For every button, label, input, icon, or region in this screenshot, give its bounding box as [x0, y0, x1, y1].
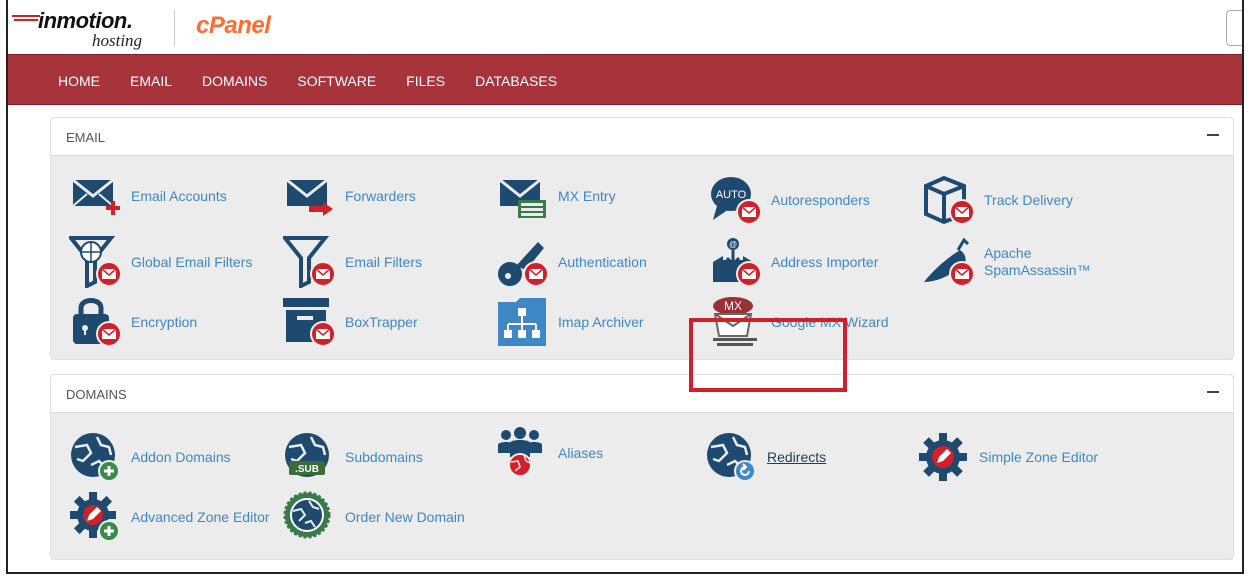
globe-sub-icon: .SUB	[283, 431, 335, 483]
global-email-filters-label: Global Email Filters	[131, 253, 253, 270]
collapse-icon[interactable]	[1207, 134, 1219, 136]
boxtrapper-label: BoxTrapper	[345, 313, 418, 330]
main-content: EMAIL Email Accounts Forwarders MX Entry…	[8, 105, 1242, 572]
simple-zone-editor-label: Simple Zone Editor	[979, 448, 1099, 465]
logo-divider	[174, 10, 175, 46]
nav-software[interactable]: SOFTWARE	[297, 73, 376, 89]
nav-email[interactable]: EMAIL	[130, 73, 172, 89]
funnel-mail-icon	[280, 236, 336, 290]
addon-domains-link[interactable]: Addon Domains	[69, 431, 231, 483]
main-navbar: HOME EMAIL DOMAINS SOFTWARE FILES DATABA…	[8, 54, 1242, 105]
email-accounts-link[interactable]: Email Accounts	[69, 170, 227, 222]
email-panel-title: EMAIL	[66, 130, 106, 145]
autoresponders-link[interactable]: AUTO Autoresponders	[709, 174, 870, 226]
addon-domains-label: Addon Domains	[131, 448, 231, 465]
globe-redirect-icon	[705, 431, 757, 483]
advanced-zone-editor-label: Advanced Zone Editor	[131, 508, 270, 525]
imap-archiver-label: Imap Archiver	[558, 313, 644, 330]
browser-frame: inmotion. hosting cPanel HOME EMAIL DOMA…	[6, 0, 1244, 574]
forwarders-label: Forwarders	[345, 187, 416, 204]
encryption-label: Encryption	[131, 313, 198, 330]
pepper-icon	[922, 236, 975, 288]
search-box-edge[interactable]	[1226, 10, 1242, 46]
brand-sub: hosting	[92, 31, 143, 50]
email-filters-link[interactable]: Email Filters	[280, 236, 423, 290]
order-new-domain-label: Order New Domain	[345, 508, 465, 525]
svg-text:.SUB: .SUB	[295, 464, 319, 475]
address-importer-link[interactable]: @ Address Importer	[709, 236, 878, 288]
subdomains-link[interactable]: .SUB Subdomains	[283, 431, 423, 483]
inmotion-logo[interactable]: inmotion. hosting	[12, 6, 162, 50]
domains-panel: DOMAINS Addon Domains .SUB Subdomains Al…	[50, 374, 1234, 560]
svg-text:@: @	[729, 240, 737, 249]
google-mx-wizard-label: Google MX Wizard	[771, 313, 889, 330]
apache-spamassassin-link[interactable]: Apache SpamAssassin™	[922, 236, 1091, 288]
forwarders-link[interactable]: Forwarders	[283, 170, 416, 222]
mx-entry-link[interactable]: MX Entry	[496, 170, 616, 222]
subdomains-label: Subdomains	[345, 448, 423, 465]
email-panel: EMAIL Email Accounts Forwarders MX Entry…	[50, 117, 1234, 360]
mx-wizard-icon: MX	[709, 296, 761, 348]
key-icon	[496, 236, 549, 288]
aliases-label: Aliases	[558, 444, 604, 461]
top-header: inmotion. hosting cPanel	[8, 0, 1242, 54]
nav-databases[interactable]: DATABASES	[475, 73, 557, 89]
envelope-plus-icon	[69, 170, 121, 222]
globe-plus-icon	[69, 431, 121, 483]
nav-files[interactable]: FILES	[406, 73, 445, 89]
svg-text:AUTO: AUTO	[716, 189, 747, 201]
advanced-zone-editor-link[interactable]: Advanced Zone Editor	[69, 491, 270, 543]
people-globe-icon	[496, 427, 548, 479]
order-new-domain-link[interactable]: Order New Domain	[283, 491, 465, 543]
import-tray-icon: @	[709, 236, 762, 288]
track-delivery-label: Track Delivery	[984, 191, 1073, 208]
nav-domains[interactable]: DOMAINS	[202, 73, 267, 89]
authentication-link[interactable]: Authentication	[496, 236, 647, 288]
gear-pencil-plus-icon	[69, 491, 121, 543]
box-mail-icon	[922, 174, 975, 226]
lock-icon	[69, 296, 122, 348]
email-accounts-label: Email Accounts	[131, 187, 227, 204]
simple-zone-editor-link[interactable]: Simple Zone Editor	[917, 431, 1098, 483]
envelope-server-icon	[496, 170, 548, 222]
authentication-label: Authentication	[558, 253, 647, 270]
email-filters-label: Email Filters	[345, 253, 423, 270]
domains-panel-header[interactable]: DOMAINS	[51, 375, 1233, 413]
imap-archiver-link[interactable]: Imap Archiver	[496, 296, 644, 348]
seal-globe-icon	[283, 491, 335, 543]
email-panel-header[interactable]: EMAIL	[51, 118, 1233, 156]
redirects-link[interactable]: Redirects	[705, 431, 826, 483]
funnel-globe-icon	[66, 236, 122, 290]
mx-entry-label: MX Entry	[558, 187, 616, 204]
global-email-filters-link[interactable]: Global Email Filters	[66, 236, 253, 290]
archive-box-icon	[283, 296, 336, 348]
redirects-label: Redirects	[767, 448, 827, 465]
collapse-icon[interactable]	[1207, 391, 1219, 393]
domains-panel-title: DOMAINS	[66, 387, 127, 402]
gear-pencil-icon	[917, 431, 969, 483]
folder-tree-icon	[496, 296, 548, 348]
google-mx-wizard-link[interactable]: MX Google MX Wizard	[709, 296, 888, 348]
envelope-arrow-icon	[283, 170, 335, 222]
encryption-link[interactable]: Encryption	[69, 296, 197, 348]
cpanel-logo[interactable]: cPanel	[196, 12, 271, 40]
apache-spamassassin-label: Apache SpamAssassin™	[984, 245, 1091, 278]
aliases-link[interactable]: Aliases	[496, 427, 603, 479]
address-importer-label: Address Importer	[771, 253, 879, 270]
auto-bubble-icon: AUTO	[709, 174, 762, 226]
nav-home[interactable]: HOME	[58, 73, 100, 89]
svg-text:MX: MX	[724, 299, 742, 313]
track-delivery-link[interactable]: Track Delivery	[922, 174, 1073, 226]
boxtrapper-link[interactable]: BoxTrapper	[283, 296, 418, 348]
autoresponders-label: Autoresponders	[771, 191, 870, 208]
